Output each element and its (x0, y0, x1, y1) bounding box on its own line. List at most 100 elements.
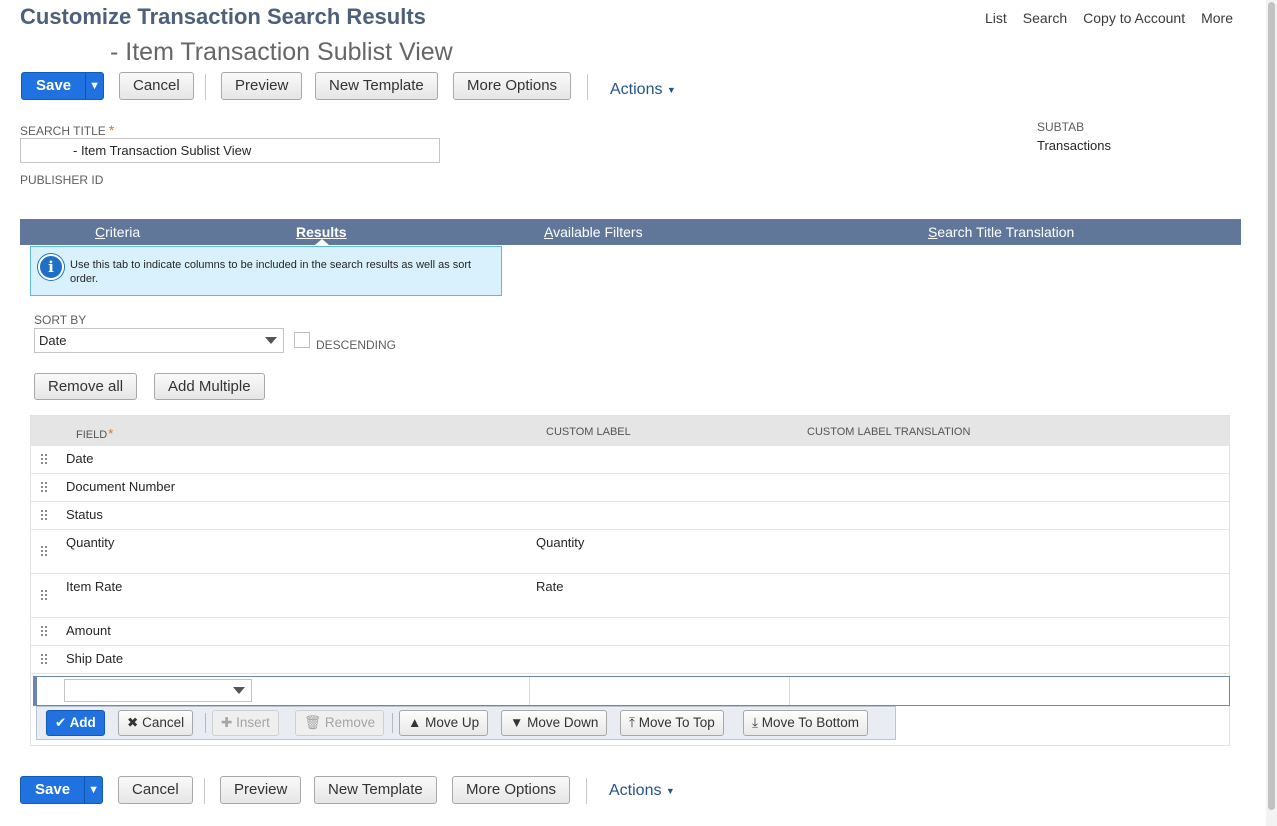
remove-all-button[interactable]: Remove all (34, 373, 138, 400)
insert-row-button[interactable]: ✚ Insert (212, 710, 279, 736)
tab-results-label: esults (306, 224, 347, 240)
trash-icon: 🗑 (304, 715, 322, 730)
table-row[interactable]: Item Rate Rate (31, 574, 1229, 618)
vertical-scrollbar[interactable] (1266, 0, 1277, 826)
add-row-button[interactable]: ✔ Add (46, 710, 105, 736)
search-link[interactable]: Search (1023, 10, 1067, 26)
drag-handle-icon[interactable] (41, 510, 49, 522)
preview-button-bottom[interactable]: Preview (220, 776, 302, 804)
results-sublist: FIELD* CUSTOM LABEL CUSTOM LABEL TRANSLA… (30, 415, 1230, 746)
page-title: Customize Transaction Search Results (20, 4, 426, 29)
drag-handle-icon[interactable] (41, 590, 49, 602)
row-field: Date (66, 451, 94, 466)
table-row[interactable]: Amount (31, 618, 1229, 646)
actions-menu[interactable]: Actions ▼ (610, 81, 676, 99)
row-field: Item Rate (66, 579, 123, 594)
cancel-row-button[interactable]: ✖ Cancel (118, 710, 194, 736)
more-link[interactable]: More (1201, 10, 1233, 26)
save-options-dropdown-icon[interactable]: ▼ (85, 73, 103, 99)
row-field: Quantity (66, 535, 115, 550)
more-options-button-bottom[interactable]: More Options (452, 776, 571, 804)
divider (205, 713, 206, 733)
more-options-button[interactable]: More Options (453, 72, 572, 100)
new-template-button-bottom[interactable]: New Template (314, 776, 437, 804)
tab-criteria-label: riteria (105, 224, 141, 240)
table-row[interactable]: Status (31, 502, 1229, 530)
save-options-dropdown-icon[interactable]: ▼ (84, 777, 102, 803)
tab-results-key: R (296, 224, 307, 240)
divider (586, 778, 587, 804)
tab-available-filters[interactable]: Available Filters (544, 224, 643, 240)
cell-divider (529, 677, 530, 705)
chevron-down-icon (265, 337, 277, 344)
row-custom-label: Rate (536, 579, 564, 594)
required-mark: * (108, 426, 114, 441)
descending-checkbox[interactable] (294, 332, 310, 348)
save-button-bottom[interactable]: Save (21, 777, 84, 803)
caret-down-icon: ▼ (665, 785, 675, 796)
row-custom-label: Quantity (536, 535, 585, 550)
cancel-button-bottom[interactable]: Cancel (118, 776, 193, 804)
move-up-button[interactable]: ▲ Move Up (399, 710, 489, 736)
drag-handle-icon[interactable] (41, 482, 49, 494)
preview-button[interactable]: Preview (221, 72, 303, 100)
column-header-field-text: FIELD (76, 429, 108, 441)
save-button-group-bottom: Save ▼ (20, 776, 103, 804)
scrollbar-thumb[interactable] (1268, 2, 1275, 810)
custom-label-input[interactable] (534, 678, 784, 704)
table-row[interactable]: Ship Date (31, 646, 1229, 674)
row-field: Amount (66, 623, 111, 638)
tab-available-filters-label: vailable Filters (553, 224, 643, 240)
move-to-top-button[interactable]: ⤒ Move To Top (620, 710, 724, 736)
tab-search-title-translation-label: earch Title Translation (937, 224, 1075, 240)
table-row[interactable]: Date (31, 446, 1229, 474)
list-link[interactable]: List (985, 10, 1007, 26)
arrow-to-top-icon: ⤒ (629, 715, 635, 730)
actions-menu-bottom[interactable]: Actions ▼ (609, 782, 675, 800)
subtab-value: Transactions (1037, 138, 1111, 153)
tab-bar: Criteria Results Available Filters Searc… (20, 219, 1241, 245)
copy-to-account-link[interactable]: Copy to Account (1083, 10, 1185, 26)
caret-down-icon: ▼ (666, 84, 676, 95)
search-title-label-text: SEARCH TITLE (20, 124, 106, 138)
move-down-label: Move Down (527, 715, 599, 730)
new-template-button[interactable]: New Template (315, 72, 438, 100)
drag-handle-icon[interactable] (41, 454, 49, 466)
page-subtitle: - Item Transaction Sublist View (110, 38, 453, 66)
move-down-button[interactable]: ▼ Move Down (501, 710, 608, 736)
table-row[interactable]: Quantity Quantity (31, 530, 1229, 574)
sort-by-label: SORT BY (34, 313, 87, 327)
cancel-button[interactable]: Cancel (119, 72, 194, 100)
tab-search-title-translation[interactable]: Search Title Translation (928, 224, 1074, 240)
table-row[interactable]: Document Number (31, 474, 1229, 502)
move-to-bottom-button[interactable]: ⤓ Move To Bottom (743, 710, 869, 736)
tab-results[interactable]: Results (296, 224, 347, 240)
add-row-label: Add (69, 715, 96, 730)
active-tab-pointer (315, 239, 329, 245)
actions-label: Actions (610, 81, 663, 98)
drag-handle-icon[interactable] (41, 626, 49, 638)
tab-available-filters-key: A (544, 224, 554, 240)
drag-handle-icon[interactable] (41, 546, 49, 558)
divider (205, 74, 206, 100)
custom-label-translation-input[interactable] (794, 678, 1224, 704)
move-up-label: Move Up (425, 715, 480, 730)
divider (204, 778, 205, 804)
new-row-editor (33, 676, 1230, 706)
move-to-bottom-label: Move To Bottom (761, 715, 860, 730)
save-button[interactable]: Save (22, 73, 85, 99)
sort-by-select[interactable]: Date (34, 328, 284, 353)
search-title-input[interactable]: - Item Transaction Sublist View (20, 138, 440, 163)
remove-row-button[interactable]: 🗑 Remove (295, 710, 385, 736)
info-icon: i (38, 254, 64, 280)
tab-criteria[interactable]: Criteria (95, 224, 140, 240)
add-multiple-button[interactable]: Add Multiple (154, 373, 265, 400)
row-field: Status (66, 507, 103, 522)
drag-handle-icon[interactable] (41, 654, 49, 666)
move-to-top-label: Move To Top (638, 715, 715, 730)
field-select[interactable] (64, 679, 252, 702)
divider (392, 713, 393, 733)
plus-icon: ✚ (221, 715, 233, 730)
remove-row-label: Remove (324, 715, 376, 730)
search-title-label: SEARCH TITLE * (20, 122, 114, 138)
